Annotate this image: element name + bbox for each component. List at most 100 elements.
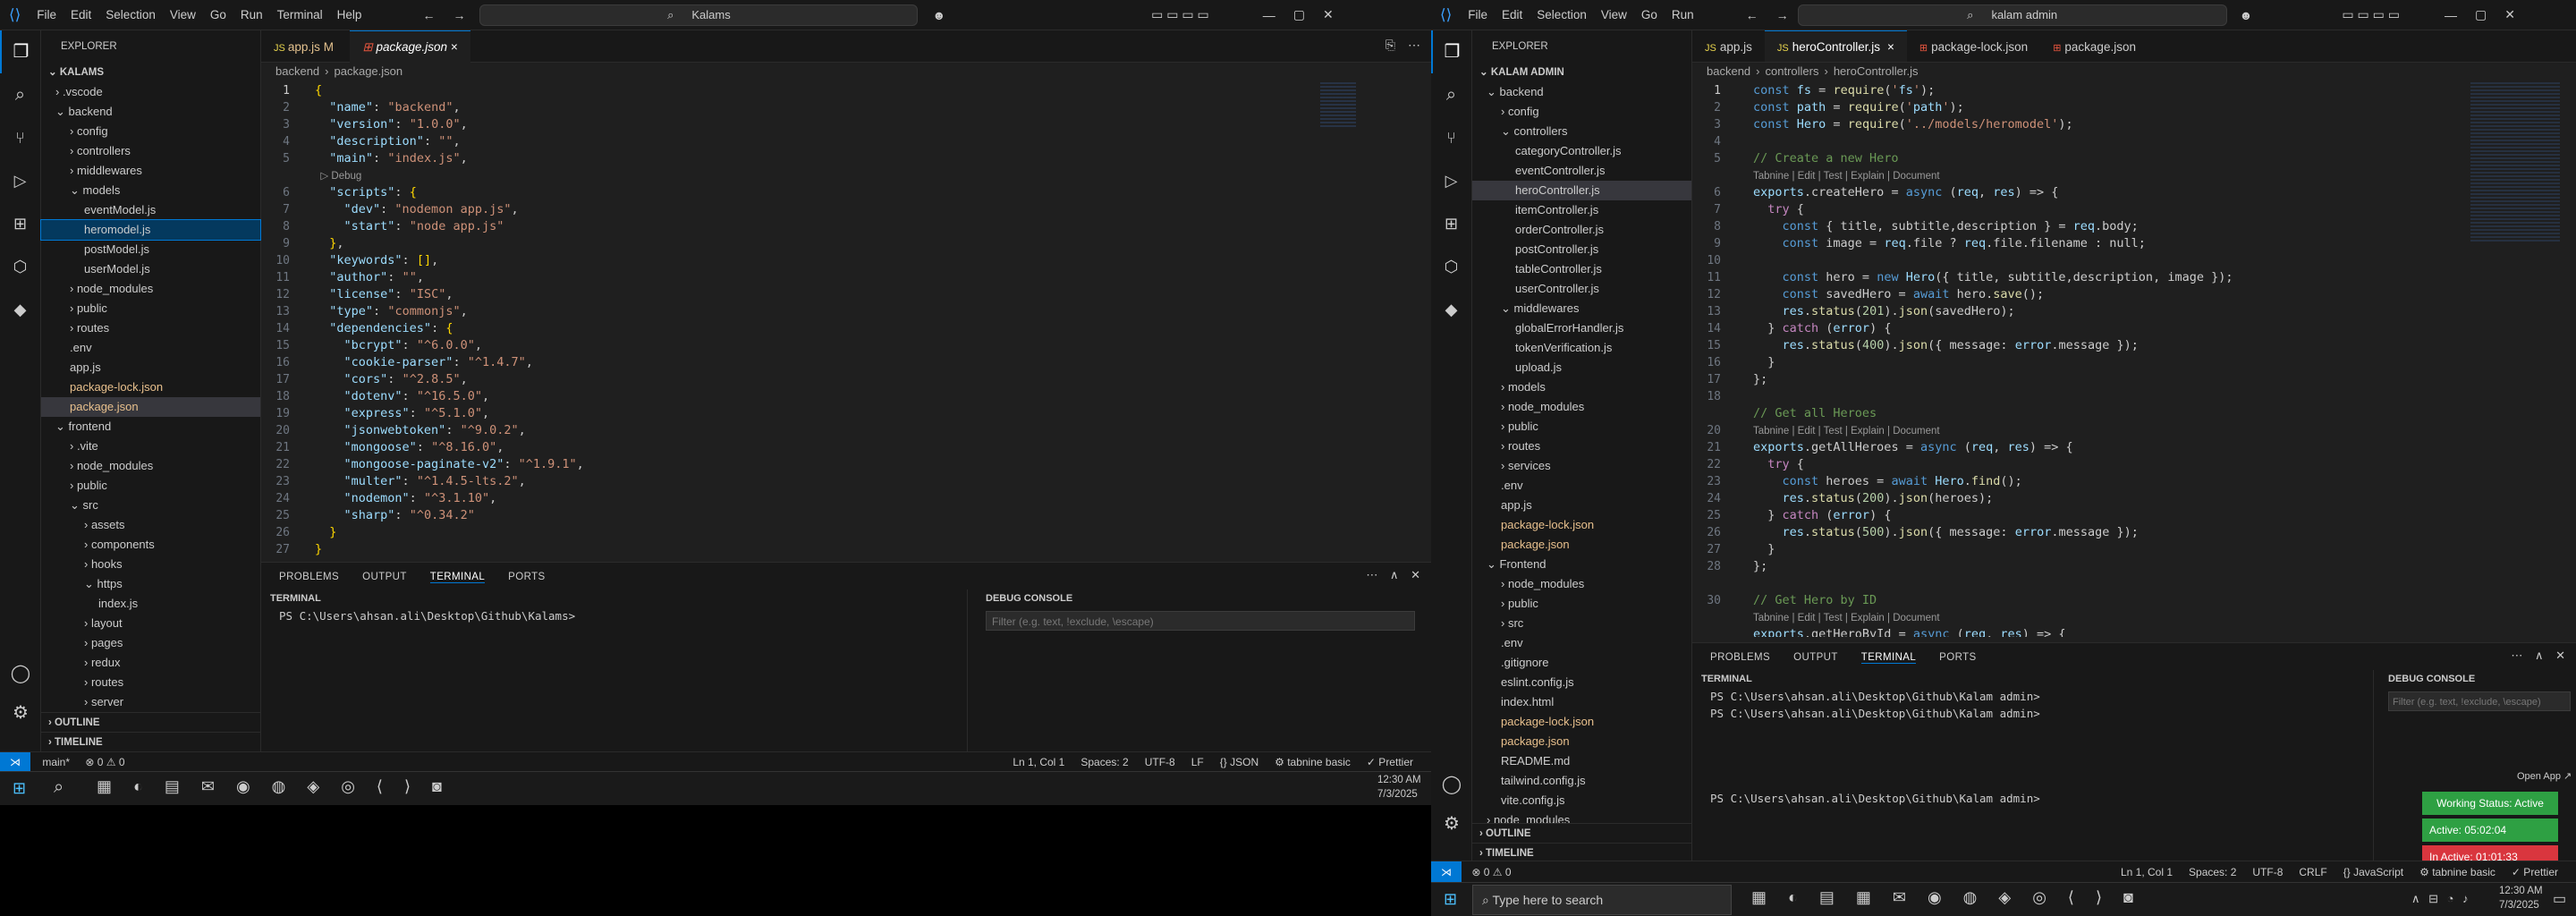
- extensions-icon[interactable]: ⊞: [0, 202, 40, 245]
- menu-item-selection[interactable]: Selection: [1530, 8, 1594, 21]
- tree-item[interactable]: › routes: [41, 318, 260, 338]
- panel-controls[interactable]: ⋯ ∧ ✕: [2511, 649, 2565, 663]
- close-tab-icon[interactable]: ×: [451, 40, 458, 54]
- tree-item[interactable]: postController.js: [1472, 240, 1691, 259]
- account-icon[interactable]: ◯: [1431, 773, 1472, 795]
- tree-item[interactable]: ⌄ Frontend: [1472, 555, 1691, 574]
- menu-item-terminal[interactable]: Terminal: [270, 8, 330, 21]
- menu-item-run[interactable]: Run: [233, 8, 270, 21]
- tree-item[interactable]: categoryController.js: [1472, 141, 1691, 161]
- panel-controls[interactable]: ⋯ ∧ ✕: [1366, 568, 1420, 582]
- tab-app-js[interactable]: JS app.js: [1692, 31, 1765, 62]
- tree-item[interactable]: › components: [41, 535, 260, 555]
- manage-gear-icon[interactable]: ⚙: [1431, 812, 1472, 835]
- tree-item[interactable]: › assets: [41, 515, 260, 535]
- tree-item[interactable]: tokenVerification.js: [1472, 338, 1691, 358]
- menu-item-run[interactable]: Run: [1665, 8, 1701, 21]
- problems-status[interactable]: ⊗ 0 ⚠ 0: [1471, 866, 1511, 878]
- tree-item[interactable]: › server: [41, 692, 260, 712]
- tree-item[interactable]: package.json: [1472, 535, 1691, 555]
- forward-arrow-icon[interactable]: →: [1767, 8, 1798, 22]
- tree-item[interactable]: package-lock.json: [41, 377, 260, 397]
- breadcrumb-item[interactable]: ›: [1756, 64, 1759, 78]
- remote-icon[interactable]: ⬡: [1431, 245, 1471, 288]
- tree-item[interactable]: › controllers: [41, 141, 260, 161]
- tree-item[interactable]: heromodel.js: [40, 219, 261, 241]
- status-item[interactable]: {} JSON: [1220, 756, 1258, 768]
- terminal-prompt[interactable]: PS C:\Users\ahsan.ali\Desktop\Github\Kal…: [261, 607, 967, 624]
- tree-item[interactable]: › redux: [41, 653, 260, 673]
- tree-item[interactable]: › node_modules: [1472, 574, 1691, 594]
- tree-item[interactable]: › config: [41, 122, 260, 141]
- menu-item-go[interactable]: Go: [203, 8, 233, 21]
- windows-start-icon[interactable]: ⊞: [1444, 890, 1457, 909]
- windows-start-icon[interactable]: ⊞: [13, 779, 26, 798]
- tree-item[interactable]: heroController.js: [1472, 181, 1691, 200]
- tree-item[interactable]: .gitignore: [1472, 653, 1691, 673]
- tree-item[interactable]: › .vite: [41, 437, 260, 456]
- minimize-icon[interactable]: —: [2436, 8, 2466, 22]
- remote-indicator[interactable]: ⋊: [1431, 861, 1462, 883]
- tree-item[interactable]: ⌄ middlewares: [1472, 299, 1691, 318]
- breadcrumb-item[interactable]: heroController.js: [1834, 64, 1919, 78]
- left-command-search[interactable]: ⌕ Kalams: [479, 4, 919, 26]
- copilot-icon[interactable]: ☻: [923, 8, 954, 22]
- panel-tab-problems[interactable]: PROBLEMS: [279, 572, 339, 582]
- tree-item[interactable]: tailwind.config.js: [1472, 771, 1691, 791]
- tree-item[interactable]: › hooks: [41, 555, 260, 574]
- back-arrow-icon[interactable]: ←: [1737, 8, 1767, 22]
- tree-item[interactable]: orderController.js: [1472, 220, 1691, 240]
- tree-item[interactable]: › node_modules: [1472, 397, 1691, 417]
- explorer-icon[interactable]: ❐: [0, 30, 40, 73]
- tree-item[interactable]: › routes: [41, 673, 260, 692]
- explorer-icon[interactable]: ❐: [1431, 30, 1471, 73]
- debug-filter-input[interactable]: Filter (e.g. text, !exclude, \escape): [2388, 691, 2571, 711]
- taskbar-search-box[interactable]: ⌕ Type here to search: [1472, 885, 1732, 915]
- tree-item[interactable]: › public: [1472, 417, 1691, 437]
- panel-tab-terminal[interactable]: TERMINAL: [1860, 652, 1917, 664]
- extensions-icon[interactable]: ⊞: [1431, 202, 1471, 245]
- tree-item[interactable]: › pages: [41, 633, 260, 653]
- menu-item-go[interactable]: Go: [1634, 8, 1665, 21]
- explorer-root[interactable]: ⌄ KALAM ADMIN: [1472, 63, 1691, 82]
- tree-item[interactable]: › .vscode: [41, 82, 260, 102]
- left-code-area[interactable]: { "name": "backend", "version": "1.0.0",…: [315, 82, 1299, 558]
- tabnine-icon[interactable]: ◆: [1431, 288, 1471, 331]
- branch-status[interactable]: main*: [42, 756, 70, 768]
- remote-indicator[interactable]: ⋊: [0, 752, 30, 772]
- more-actions-icon[interactable]: ⋯: [1408, 38, 1420, 53]
- layout-icons[interactable]: ▭ ▭ ▭ ▭: [2333, 7, 2409, 22]
- tree-item[interactable]: itemController.js: [1472, 200, 1691, 220]
- status-item[interactable]: ✓ Prettier: [2512, 866, 2558, 878]
- tab-app-js[interactable]: JS app.js M: [261, 31, 346, 64]
- minimap[interactable]: [2470, 82, 2560, 243]
- panel-tab-ports[interactable]: PORTS: [1939, 652, 1976, 663]
- status-item[interactable]: Ln 1, Col 1: [2121, 866, 2173, 878]
- tree-item[interactable]: ⌄ backend: [41, 102, 260, 122]
- tree-item[interactable]: eslint.config.js: [1472, 673, 1691, 692]
- tab-package-json[interactable]: ⊞ package.json: [2040, 31, 2148, 62]
- breadcrumb-item[interactable]: backend: [1707, 64, 1750, 78]
- tree-item[interactable]: ⌄ backend: [1472, 82, 1691, 102]
- tree-item[interactable]: vite.config.js: [1472, 791, 1691, 810]
- menu-item-file[interactable]: File: [30, 8, 64, 21]
- status-item[interactable]: UTF-8: [2252, 866, 2283, 878]
- timeline-section[interactable]: › TIMELINE: [41, 732, 261, 751]
- explorer-root[interactable]: ⌄ KALAMS: [41, 63, 260, 82]
- panel-tab-output[interactable]: OUTPUT: [1793, 652, 1838, 663]
- remote-icon[interactable]: ⬡: [0, 245, 40, 288]
- status-item[interactable]: ✓ Prettier: [1367, 756, 1413, 768]
- tree-item[interactable]: userModel.js: [41, 259, 260, 279]
- tree-item[interactable]: tableController.js: [1472, 259, 1691, 279]
- source-control-icon[interactable]: ⑂: [0, 116, 40, 159]
- status-item[interactable]: CRLF: [2299, 866, 2326, 878]
- tree-item[interactable]: eventController.js: [1472, 161, 1691, 181]
- tree-item[interactable]: › layout: [41, 614, 260, 633]
- right-code-area[interactable]: const fs = require('fs'); const path = re…: [1753, 82, 2522, 637]
- tree-item[interactable]: ⌄ controllers: [1472, 122, 1691, 141]
- close-window-icon[interactable]: ✕: [2496, 7, 2524, 22]
- search-view-icon[interactable]: ⌕: [0, 73, 40, 116]
- account-icon[interactable]: ◯: [0, 662, 41, 684]
- breadcrumb-item[interactable]: backend: [275, 64, 319, 78]
- minimap[interactable]: [1320, 82, 1356, 127]
